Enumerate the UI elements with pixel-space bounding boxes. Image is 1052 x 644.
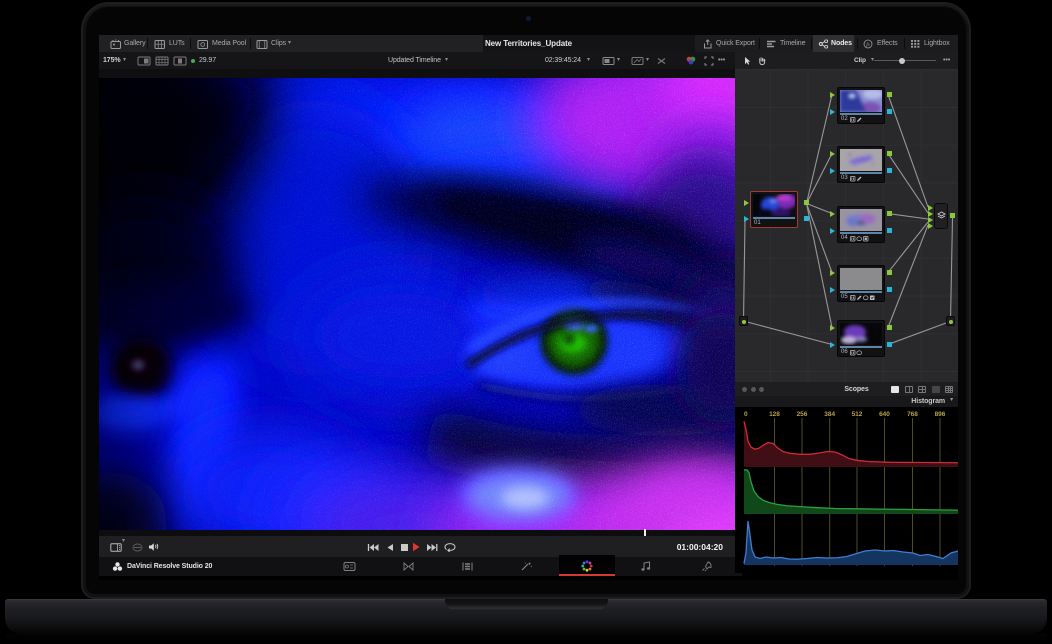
svg-text:640: 640 (879, 411, 890, 418)
svg-text:512: 512 (852, 411, 863, 418)
svg-text:896: 896 (935, 411, 946, 418)
svg-text:768: 768 (907, 411, 918, 418)
svg-text:128: 128 (769, 411, 780, 418)
svg-text:0: 0 (744, 411, 748, 418)
svg-text:384: 384 (824, 411, 835, 418)
svg-text:256: 256 (797, 411, 808, 418)
